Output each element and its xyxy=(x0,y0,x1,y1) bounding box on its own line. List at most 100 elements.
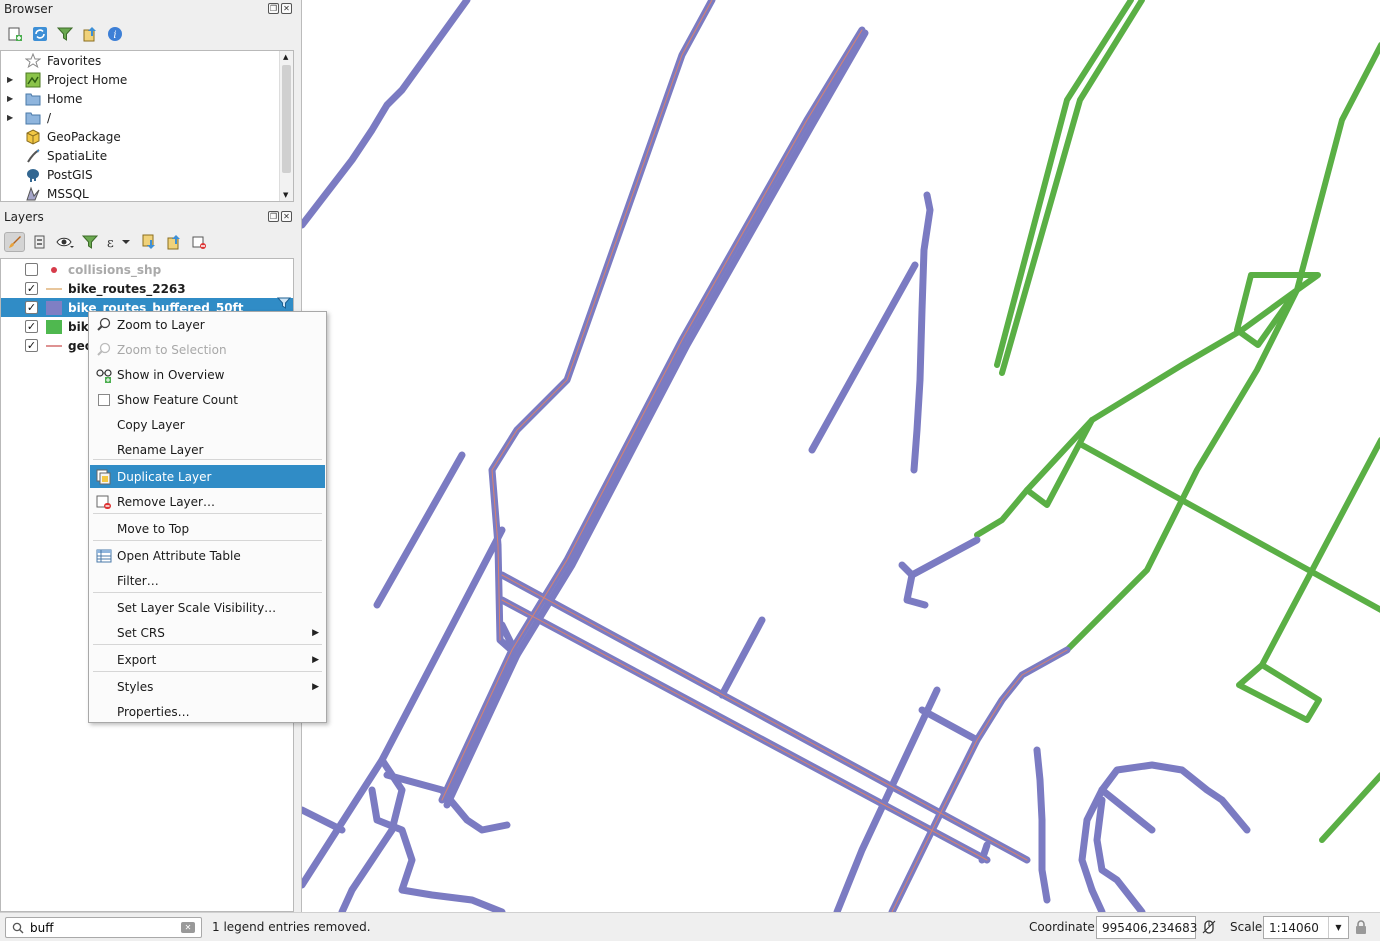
scale-value: 1:14060 xyxy=(1269,921,1319,935)
scale-combobox[interactable]: 1:14060 ▼ xyxy=(1263,916,1349,939)
browser-item-spatialite[interactable]: SpatiaLite xyxy=(1,146,279,165)
add-group-button[interactable] xyxy=(29,232,50,252)
layer-item[interactable]: ✓ bike_routes_2263 xyxy=(1,279,293,298)
filter-browser-button[interactable] xyxy=(54,24,75,44)
scroll-thumb[interactable] xyxy=(282,65,291,173)
layer-visibility-checkbox[interactable] xyxy=(25,263,38,276)
menu-item-export[interactable]: Export ▶ xyxy=(90,648,325,671)
layer-name: collisions_shp xyxy=(68,262,162,277)
menu-separator xyxy=(93,540,322,541)
manage-visibility-button[interactable] xyxy=(54,232,75,252)
collapse-all-button[interactable] xyxy=(79,24,100,44)
refresh-button[interactable] xyxy=(29,24,50,44)
browser-item-home[interactable]: ▶ Home xyxy=(1,89,279,108)
scroll-down-icon[interactable]: ▼ xyxy=(283,191,288,199)
add-selected-layers-button[interactable] xyxy=(4,24,25,44)
menu-item-remove-layer[interactable]: Remove Layer… xyxy=(90,490,325,513)
star-icon xyxy=(25,52,41,69)
menu-separator xyxy=(93,513,322,514)
layer-visibility-checkbox[interactable]: ✓ xyxy=(25,320,38,333)
menu-item-set-crs[interactable]: Set CRS ▶ xyxy=(90,621,325,644)
browser-scrollbar[interactable]: ▲ ▼ xyxy=(279,51,293,201)
browser-item-project-home[interactable]: ▶ Project Home xyxy=(1,70,279,89)
menu-item-open-attribute-table[interactable]: Open Attribute Table xyxy=(90,544,325,567)
close-panel-button[interactable]: ✕ xyxy=(281,211,292,222)
properties-widget-button[interactable]: i xyxy=(104,24,125,44)
menu-item-set-layer-scale-visibility[interactable]: Set Layer Scale Visibility… xyxy=(90,596,325,619)
layer-name: bike_routes_2263 xyxy=(68,281,186,296)
menu-item-label: Set Layer Scale Visibility… xyxy=(117,600,277,615)
menu-item-show-in-overview[interactable]: Show in Overview xyxy=(90,363,325,386)
clear-search-icon[interactable]: ✕ xyxy=(181,922,195,933)
browser-item-label: PostGIS xyxy=(47,167,93,182)
layer-visibility-checkbox[interactable]: ✓ xyxy=(25,282,38,295)
map-svg[interactable] xyxy=(302,0,1380,912)
float-panel-button[interactable]: ❐ xyxy=(268,211,279,222)
filter-by-expression-button[interactable]: ε xyxy=(104,232,134,252)
layers-toolbar: ε xyxy=(4,232,209,252)
chevron-down-icon[interactable]: ▼ xyxy=(1328,917,1348,938)
remove-layer-icon xyxy=(96,494,112,510)
submenu-arrow-icon: ▶ xyxy=(312,627,319,638)
layer-visibility-checkbox[interactable]: ✓ xyxy=(25,339,38,352)
browser-item-geopackage[interactable]: GeoPackage xyxy=(1,127,279,146)
locator-search[interactable]: ✕ xyxy=(5,917,202,938)
lock-scale-button[interactable] xyxy=(1354,919,1368,938)
browser-item-mssql[interactable]: MSSQL xyxy=(1,184,279,201)
browser-item-root[interactable]: ▶ / xyxy=(1,108,279,127)
locator-input[interactable] xyxy=(30,920,170,935)
browser-item-favorites[interactable]: Favorites xyxy=(1,51,279,70)
coordinate-field[interactable]: 995406,234683 xyxy=(1096,916,1197,939)
menu-item-rename-layer[interactable]: Rename Layer xyxy=(90,438,325,461)
expand-arrow-icon[interactable]: ▶ xyxy=(7,113,17,122)
browser-item-label: MSSQL xyxy=(47,186,89,201)
remove-layer-button[interactable] xyxy=(188,232,209,252)
toggle-extents-button[interactable] xyxy=(1201,919,1217,938)
layers-panel-title: Layers xyxy=(4,210,44,224)
browser-item-label: Project Home xyxy=(47,72,128,87)
menu-item-show-feature-count[interactable]: Show Feature Count xyxy=(90,388,325,411)
menu-item-styles[interactable]: Styles ▶ xyxy=(90,675,325,698)
paint-brush-icon xyxy=(8,236,21,248)
collapse-all-layers-button[interactable] xyxy=(163,232,184,252)
menu-item-move-to-top[interactable]: Move to Top xyxy=(90,517,325,540)
expand-all-button[interactable] xyxy=(138,232,159,252)
browser-tree[interactable]: Favorites ▶ Project Home ▶ Home ▶ / GeoPackage S… xyxy=(0,50,294,202)
menu-item-properties[interactable]: Properties… xyxy=(90,700,325,723)
menu-item-duplicate-layer[interactable]: Duplicate Layer xyxy=(90,465,325,488)
add-layer-icon xyxy=(8,27,22,41)
menu-item-label: Duplicate Layer xyxy=(117,469,212,484)
layer-context-menu[interactable]: Zoom to Layer Zoom to Selection Show in Ov… xyxy=(88,311,327,723)
browser-item-postgis[interactable]: PostGIS xyxy=(1,165,279,184)
scroll-up-icon[interactable]: ▲ xyxy=(283,53,288,61)
float-panel-button[interactable]: ❐ xyxy=(268,3,279,14)
feature-count-checkbox[interactable] xyxy=(96,392,112,408)
menu-item-copy-layer[interactable]: Copy Layer xyxy=(90,413,325,436)
expression-icon: ε xyxy=(107,236,130,250)
fill-symbol-icon xyxy=(46,300,62,315)
postgis-icon xyxy=(25,167,41,183)
layer-visibility-checkbox[interactable]: ✓ xyxy=(25,301,38,314)
expand-arrow-icon[interactable]: ▶ xyxy=(7,94,17,103)
map-canvas[interactable] xyxy=(301,0,1380,912)
expand-arrow-icon[interactable]: ▶ xyxy=(7,75,17,84)
browser-panel-controls: ❐ ✕ xyxy=(268,3,292,14)
menu-item-zoom-to-selection[interactable]: Zoom to Selection xyxy=(90,338,325,361)
filter-icon xyxy=(81,235,98,249)
filter-legend-button[interactable] xyxy=(79,232,100,252)
zoom-to-layer-icon xyxy=(96,317,112,333)
style-manager-button[interactable] xyxy=(4,232,25,252)
menu-icon-spacer xyxy=(96,652,112,668)
menu-item-label: Copy Layer xyxy=(117,417,185,432)
menu-item-filter[interactable]: Filter… xyxy=(90,569,325,592)
menu-item-label: Show in Overview xyxy=(117,367,225,382)
menu-item-label: Move to Top xyxy=(117,521,190,536)
zoom-to-selection-icon xyxy=(96,342,112,358)
layer-item[interactable]: collisions_shp xyxy=(1,260,293,279)
filter-indicator-icon[interactable] xyxy=(276,297,292,312)
menu-item-zoom-to-layer[interactable]: Zoom to Layer xyxy=(90,313,325,336)
menu-icon-spacer xyxy=(96,679,112,695)
lock-icon xyxy=(1356,920,1366,934)
menu-item-label: Open Attribute Table xyxy=(117,548,241,563)
close-panel-button[interactable]: ✕ xyxy=(281,3,292,14)
